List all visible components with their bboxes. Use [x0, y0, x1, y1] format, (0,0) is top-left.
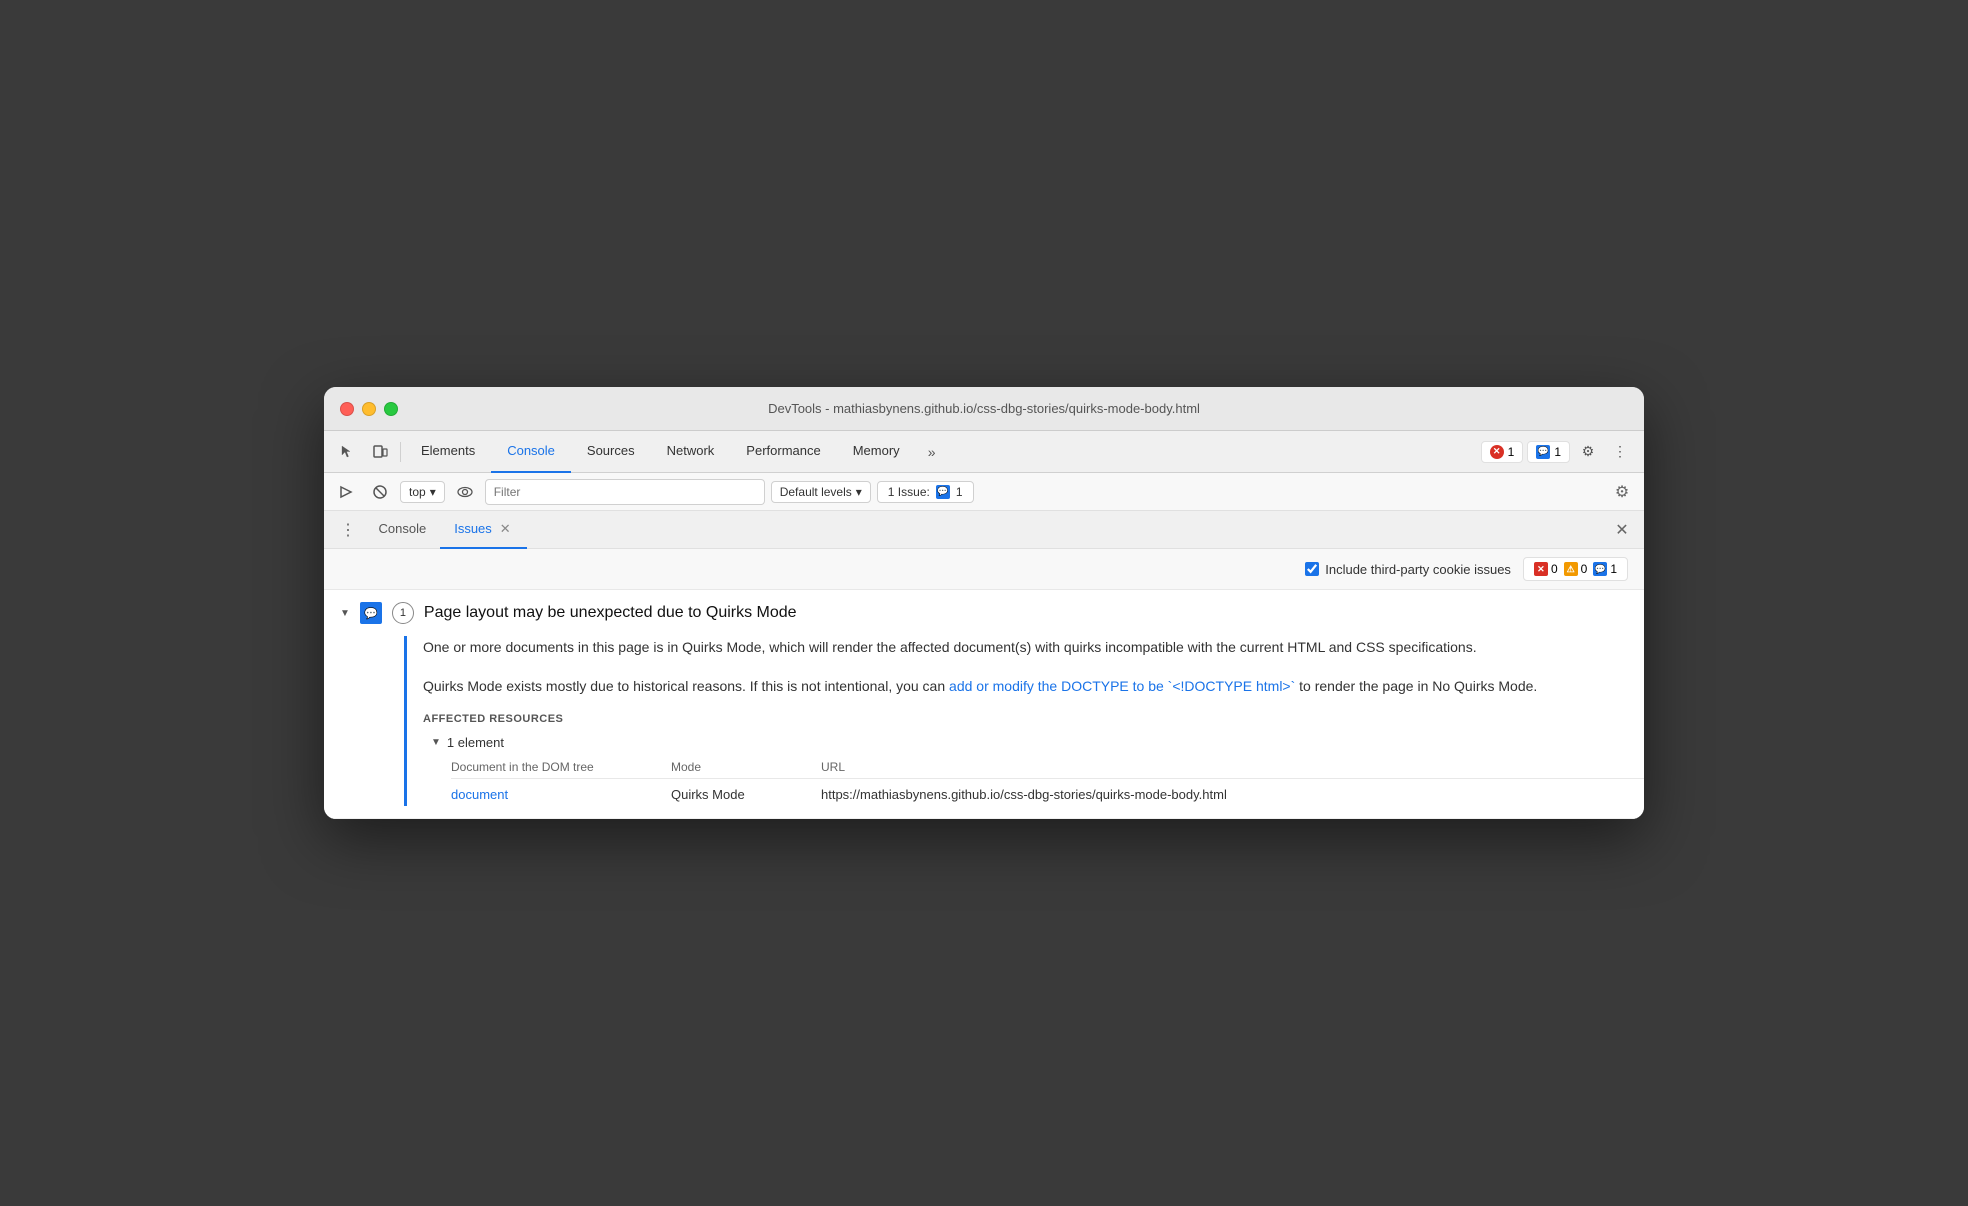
- context-selector[interactable]: top ▾: [400, 481, 445, 503]
- console-settings-button[interactable]: ⚙: [1608, 478, 1636, 506]
- issues-panel: ⋮ Console Issues ✕ ✕ Include third-party…: [324, 511, 1644, 819]
- tab-console[interactable]: Console: [491, 431, 571, 473]
- panel-tab-bar: ⋮ Console Issues ✕ ✕: [324, 511, 1644, 549]
- affected-table: Document in the DOM tree Mode URL docume…: [451, 756, 1644, 806]
- row-mode: Quirks Mode: [671, 787, 821, 802]
- row-url: https://mathiasbynens.github.io/css-dbg-…: [821, 787, 1644, 802]
- affected-list: ▼ 1 element Document in the DOM tree Mod…: [431, 735, 1628, 806]
- log-levels-button[interactable]: Default levels ▾: [771, 481, 871, 503]
- device-icon: [372, 444, 388, 460]
- issue-body: One or more documents in this page is in…: [404, 636, 1628, 806]
- issue-title: Page layout may be unexpected due to Qui…: [424, 604, 797, 622]
- error-count: ✕ 0: [1534, 562, 1558, 576]
- warning-count: ⚠ 0: [1564, 562, 1588, 576]
- issue-content: One or more documents in this page is in…: [404, 636, 1628, 806]
- tab-network[interactable]: Network: [651, 431, 731, 473]
- error-count-badge[interactable]: ✕ 1: [1481, 441, 1524, 463]
- minimize-button[interactable]: [362, 402, 376, 416]
- separator-1: [400, 442, 401, 462]
- row-document: document: [451, 787, 671, 802]
- close-issues-tab[interactable]: ✕: [498, 521, 513, 537]
- table-row: document Quirks Mode https://mathiasbyne…: [451, 783, 1644, 806]
- third-party-cookie-checkbox[interactable]: [1305, 562, 1319, 576]
- live-expressions-button[interactable]: [451, 478, 479, 506]
- maximize-button[interactable]: [384, 402, 398, 416]
- affected-element-header[interactable]: ▼ 1 element: [431, 735, 1628, 750]
- affected-chevron-icon: ▼: [431, 737, 441, 748]
- tab-console-panel[interactable]: Console: [365, 511, 441, 549]
- issue-item: ▼ 💬 1 Page layout may be unexpected due …: [324, 590, 1644, 819]
- inspect-element-button[interactable]: [332, 436, 364, 468]
- tab-issues-panel[interactable]: Issues ✕: [440, 511, 526, 549]
- info-count: 💬 1: [1593, 562, 1617, 576]
- issue-count-badges: ✕ 0 ⚠ 0 💬 1: [1523, 557, 1628, 581]
- tab-elements[interactable]: Elements: [405, 431, 491, 473]
- cursor-icon: [340, 444, 356, 460]
- tab-sources[interactable]: Sources: [571, 431, 651, 473]
- issue-count-circle: 1: [392, 602, 414, 624]
- issues-filter-bar: Include third-party cookie issues ✕ 0 ⚠ …: [324, 549, 1644, 590]
- message-count-badge[interactable]: 💬 1: [1527, 441, 1570, 463]
- document-link[interactable]: document: [451, 787, 508, 802]
- issue-description-1: One or more documents in this page is in…: [423, 636, 1628, 658]
- eye-icon: [457, 484, 473, 500]
- issue-header[interactable]: ▼ 💬 1 Page layout may be unexpected due …: [340, 602, 1628, 624]
- issue-type-icon: 💬: [360, 602, 382, 624]
- settings-button[interactable]: ⚙: [1572, 436, 1604, 468]
- clear-console-button[interactable]: [366, 478, 394, 506]
- close-panel-button[interactable]: ✕: [1608, 516, 1636, 544]
- device-toolbar-button[interactable]: [364, 436, 396, 468]
- window-title: DevTools - mathiasbynens.github.io/css-d…: [768, 401, 1200, 416]
- doctype-link[interactable]: add or modify the DOCTYPE to be `<!DOCTY…: [949, 678, 1295, 694]
- error-icon: ✕: [1490, 445, 1504, 459]
- tab-performance[interactable]: Performance: [730, 431, 836, 473]
- title-bar: DevTools - mathiasbynens.github.io/css-d…: [324, 387, 1644, 431]
- execute-button[interactable]: [332, 478, 360, 506]
- error-badge-icon: ✕: [1534, 562, 1548, 576]
- chevron-down-icon: ▼: [340, 608, 350, 619]
- tab-memory[interactable]: Memory: [837, 431, 916, 473]
- main-toolbar: Elements Console Sources Network Perform…: [324, 431, 1644, 473]
- play-icon: [339, 485, 353, 499]
- table-header: Document in the DOM tree Mode URL: [451, 756, 1644, 779]
- third-party-cookie-checkbox-label[interactable]: Include third-party cookie issues: [1305, 562, 1511, 577]
- issue-msg-icon: 💬: [936, 485, 950, 499]
- close-button[interactable]: [340, 402, 354, 416]
- filter-input[interactable]: [485, 479, 765, 505]
- three-dot-menu[interactable]: ⋮: [332, 520, 365, 540]
- more-options-button[interactable]: ⋮: [1604, 436, 1636, 468]
- traffic-lights: [340, 402, 398, 416]
- issue-count-button[interactable]: 1 Issue: 💬 1: [877, 481, 974, 503]
- more-tabs-button[interactable]: »: [916, 436, 948, 468]
- affected-resources-label: AFFECTED RESOURCES: [423, 713, 1628, 725]
- info-badge-icon: 💬: [1593, 562, 1607, 576]
- block-icon: [373, 485, 387, 499]
- console-toolbar: top ▾ Default levels ▾ 1 Issue: 💬 1 ⚙: [324, 473, 1644, 511]
- warning-badge-icon: ⚠: [1564, 562, 1578, 576]
- message-icon: 💬: [1536, 445, 1550, 459]
- issue-description-2: Quirks Mode exists mostly due to histori…: [423, 675, 1628, 697]
- devtools-window: DevTools - mathiasbynens.github.io/css-d…: [324, 387, 1644, 819]
